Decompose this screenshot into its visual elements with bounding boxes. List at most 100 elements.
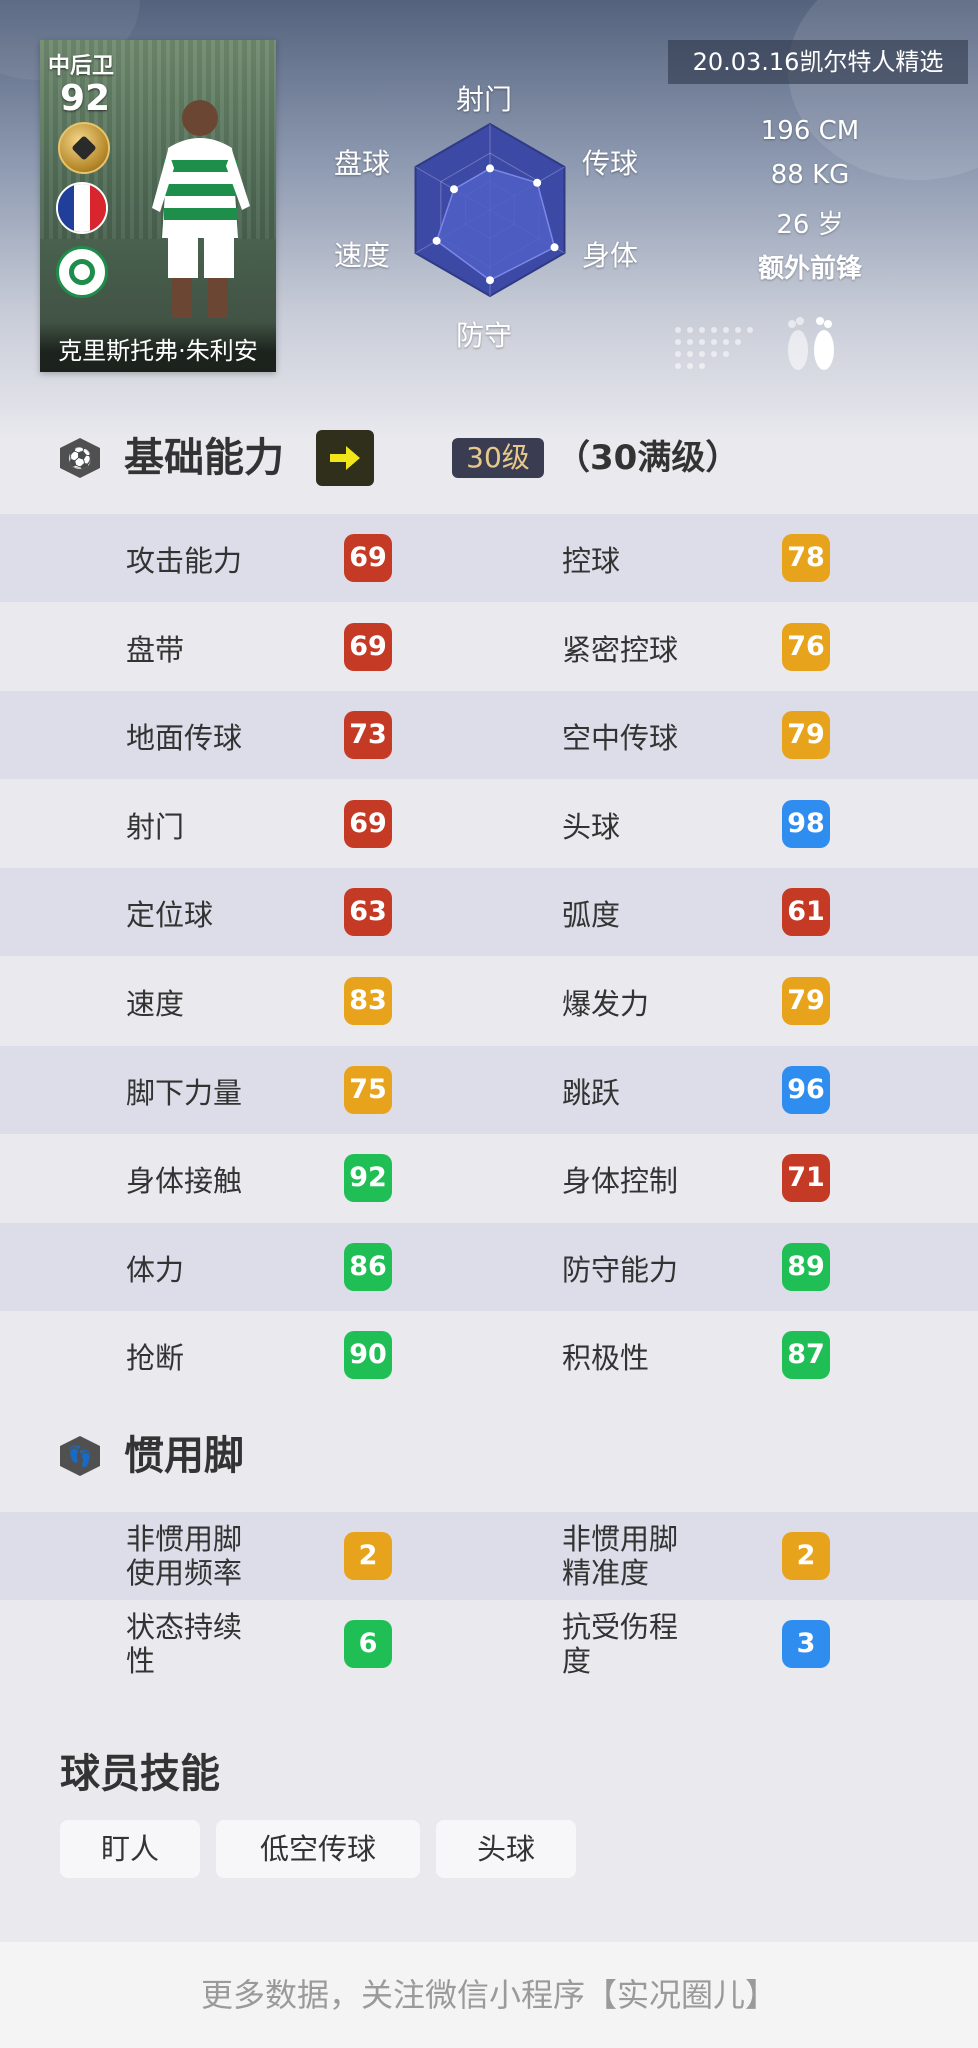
radar-value-point (486, 276, 494, 285)
weak-foot-label: 非惯用脚 使用频率 (126, 1522, 242, 1590)
weak-foot-header: 👣 惯用脚 (0, 1426, 978, 1486)
ability-label: 头球 (562, 809, 621, 844)
weak-foot-label-line: 抗受伤程 (562, 1610, 679, 1644)
ability-row: 脚下力量 75 跳跃 96 (0, 1045, 978, 1134)
weak-foot-label-line: 性 (126, 1644, 156, 1678)
skill-chip[interactable]: 低空传球 (216, 1820, 420, 1878)
card-player-name: 克里斯托弗·朱利安 (40, 322, 276, 372)
ability-value-badge: 73 (344, 711, 392, 760)
footprints-icon: 👣 (60, 1436, 100, 1476)
ability-row: 身体接触 92 身体控制 71 (0, 1134, 978, 1223)
card-edition-tag: 20.03.16凯尔特人精选 (668, 40, 968, 84)
ability-label: 脚下力量 (126, 1075, 243, 1110)
ability-value-badge: 83 (344, 977, 392, 1025)
max-level-text: （30满级） (556, 438, 740, 478)
ability-label: 控球 (562, 544, 621, 578)
ability-row: 地面传球 73 空中传球 79 (0, 691, 978, 780)
ability-value-badge: 63 (344, 888, 392, 937)
weak-foot-label-line: 精准度 (562, 1556, 650, 1590)
ability-label: 紧密控球 (562, 632, 679, 667)
radar-label-shooting: 射门 (456, 83, 513, 116)
ability-label: 弧度 (562, 898, 621, 933)
ability-value-badge: 69 (344, 534, 392, 582)
dot-pattern-decoration (675, 327, 753, 369)
card-rating: 92 (60, 78, 111, 119)
weak-foot-label-line: 非惯用脚 (562, 1522, 679, 1556)
ability-value-badge: 75 (344, 1065, 392, 1114)
height-text: 196 CM (760, 116, 860, 146)
ability-label: 抢断 (126, 1341, 185, 1376)
ability-label: 积极性 (562, 1341, 650, 1376)
weak-foot-label: 非惯用脚 精准度 (562, 1522, 678, 1590)
ability-row: 射门 69 头球 98 (0, 779, 978, 868)
ability-row: 定位球 63 弧度 61 (0, 868, 978, 957)
radar-label-physical: 身体 (582, 239, 639, 272)
ability-value-badge: 69 (344, 799, 392, 848)
ability-value-badge: 61 (782, 888, 830, 937)
weak-foot-value-badge: 6 (344, 1620, 392, 1668)
player-card[interactable]: 中后卫 92 克里斯托弗·朱利安 (40, 40, 276, 372)
level-badge[interactable]: 30级 (452, 438, 544, 478)
footprints-icon (788, 317, 834, 370)
weak-foot-label-line: 度 (562, 1644, 592, 1678)
skill-chip[interactable]: 盯人 (60, 1820, 200, 1878)
role-text: 额外前锋 (757, 254, 862, 284)
radar-label-speed: 速度 (334, 239, 391, 272)
ability-row: 攻击能力 69 控球 78 (0, 514, 978, 602)
footer-promo[interactable]: 更多数据，关注微信小程序【实况圈儿】 (0, 1942, 978, 2048)
ability-value-badge: 78 (782, 534, 830, 582)
ability-label: 速度 (126, 987, 185, 1021)
ability-label: 跳跃 (562, 1075, 621, 1110)
player-header: 中后卫 92 克里斯托弗·朱利安 射门 传球 身体 防守 速度 盘球 20.03… (0, 0, 978, 440)
ability-value-badge: 76 (782, 622, 830, 671)
radar-value-point (550, 243, 559, 252)
radar-label-defense: 防守 (456, 319, 513, 352)
weight-text: 88 KG (770, 160, 850, 190)
radar-chart: 射门 传球 身体 防守 速度 盘球 (320, 60, 660, 360)
weak-foot-row: 状态持续性 6 抗受伤程度 3 (0, 1600, 978, 1688)
ability-label: 体力 (126, 1252, 185, 1287)
ability-value-badge: 89 (782, 1242, 830, 1291)
weak-foot-row: 非惯用脚 使用频率 2 非惯用脚 精准度 2 (0, 1512, 978, 1600)
celtic-club-icon (56, 246, 108, 298)
radar-value-point (432, 236, 441, 245)
player-skills-title: 球员技能 (60, 1751, 220, 1797)
basic-ability-header: ⚽ 基础能力 30级 （30满级） (0, 428, 978, 488)
weak-foot-label-line: 非惯用脚 (126, 1522, 243, 1556)
ability-row: 抢断 90 积极性 87 (0, 1311, 978, 1400)
ability-value-badge: 86 (344, 1242, 392, 1291)
ability-value-badge: 98 (782, 799, 830, 848)
age-text: 26 岁 (776, 210, 844, 240)
radar-value-point (486, 164, 494, 173)
level-up-button[interactable] (316, 430, 374, 486)
ability-label: 身体控制 (562, 1164, 679, 1199)
ability-value-badge: 69 (344, 622, 392, 671)
ability-value-badge: 96 (782, 1065, 830, 1114)
radar-value-point (533, 178, 542, 187)
ability-label: 定位球 (126, 898, 214, 933)
ability-label: 爆发力 (562, 987, 650, 1021)
skill-chip[interactable]: 头球 (436, 1820, 576, 1878)
ability-value-badge: 71 (782, 1154, 830, 1203)
ability-value-badge: 92 (344, 1154, 392, 1203)
card-position: 中后卫 (48, 54, 115, 79)
weak-foot-title: 惯用脚 (124, 1433, 244, 1479)
weak-foot-value-badge: 3 (782, 1620, 830, 1668)
ability-label: 射门 (126, 809, 185, 844)
ability-row: 速度 83 爆发力 79 (0, 957, 978, 1045)
radar-label-passing: 传球 (582, 147, 639, 180)
weak-foot-value-badge: 2 (782, 1532, 830, 1580)
player-photo (152, 100, 250, 318)
ability-value-badge: 87 (782, 1331, 830, 1380)
weak-foot-label: 抗受伤程度 (562, 1610, 678, 1678)
ability-label: 地面传球 (126, 721, 243, 756)
ability-label: 身体接触 (126, 1164, 243, 1199)
weak-foot-label-line: 状态持续 (126, 1610, 243, 1644)
ability-row: 体力 86 防守能力 89 (0, 1222, 978, 1311)
ability-label: 防守能力 (562, 1252, 679, 1287)
ability-label: 盘带 (126, 632, 185, 667)
arrow-right-icon (330, 446, 360, 470)
ability-value-badge: 79 (782, 711, 830, 760)
weak-foot-label: 状态持续性 (126, 1610, 242, 1678)
france-flag-icon (56, 182, 108, 234)
